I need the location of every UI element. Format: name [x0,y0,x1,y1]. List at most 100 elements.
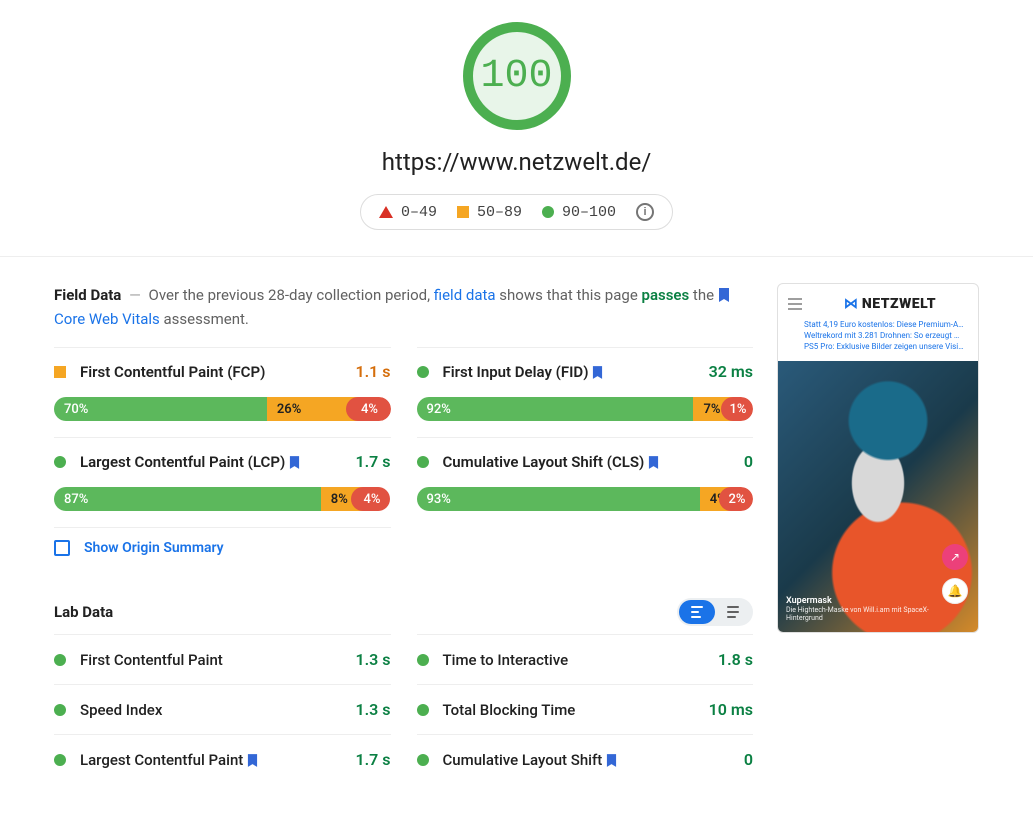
legend-mid: 50–89 [457,204,522,221]
preview-logo: ⋈ NETZWELT [844,296,936,312]
distribution-bar: 70% 26% 4% [54,397,391,421]
field-metrics-grid: First Contentful Paint (FCP) 1.1 s 70% 2… [54,347,753,527]
status-circle-icon [417,366,429,378]
legend-poor: 0–49 [379,204,437,221]
view-toggle [677,598,753,626]
page-preview: ⋈ NETZWELT Statt 4,19 Euro kostenlos: Di… [777,283,979,633]
metric-name: Speed Index [80,701,162,719]
legend-mid-range: 50–89 [477,204,522,221]
list-item: Statt 4,19 Euro kostenlos: Diese Premium… [804,320,966,329]
lab-metric-si[interactable]: Speed Index 1.3 s [54,684,391,734]
metric-value: 1.3 s [355,650,390,669]
dist-good: 87% [54,487,321,511]
view-compact-button[interactable] [679,600,715,624]
lab-metrics-grid: First Contentful Paint 1.3 s Time to Int… [54,634,753,784]
status-square-icon [54,366,66,378]
bookmark-icon [648,453,659,471]
distribution-bar: 87% 8% 4% [54,487,391,511]
lab-data-header: Lab Data [54,598,753,626]
metric-value: 1.1 s [355,362,390,381]
legend-good-range: 90–100 [562,204,616,221]
status-circle-icon [417,456,429,468]
distribution-bar: 93% 4% 2% [417,487,754,511]
metric-name: Cumulative Layout Shift (CLS) [443,453,660,471]
metric-fcp[interactable]: First Contentful Paint (FCP) 1.1 s 70% 2… [54,347,391,437]
status-circle-icon [54,704,66,716]
status-circle-icon [54,654,66,666]
metric-value: 1.8 s [718,650,753,669]
square-icon [457,206,469,218]
status-circle-icon [417,654,429,666]
checkbox-icon[interactable] [54,540,70,556]
preview-hero-title: Xupermask [786,596,948,606]
list-item: Weltrekord mit 3.281 Drohnen: So erzeugt… [804,331,966,340]
dist-good: 93% [417,487,700,511]
field-data-link[interactable]: field data [434,286,496,304]
score-legend: 0–49 50–89 90–100 i [360,194,673,230]
field-data-title: Field Data [54,286,121,304]
metric-lcp[interactable]: Largest Contentful Paint (LCP) 1.7 s 87%… [54,437,391,527]
metric-value: 0 [744,452,753,471]
dist-mid: 26% [267,397,359,421]
metric-name: First Contentful Paint (FCP) [80,363,265,381]
metric-fid[interactable]: First Input Delay (FID) 32 ms 92% 7% 1% [417,347,754,437]
lab-metric-fcp[interactable]: First Contentful Paint 1.3 s [54,634,391,684]
core-web-vitals-link[interactable]: Core Web Vitals [54,310,160,328]
preview-hero-subtitle: Die Hightech-Maske von Will.i.am mit Spa… [786,606,948,622]
score-header: 100 https://www.netzwelt.de/ 0–49 50–89 … [0,0,1033,257]
status-circle-icon [54,456,66,468]
status-circle-icon [54,754,66,766]
dist-good: 70% [54,397,267,421]
dist-poor: 4% [346,397,390,421]
lab-metric-lcp[interactable]: Largest Contentful Paint 1.7 s [54,734,391,784]
preview-news-list: Statt 4,19 Euro kostenlos: Diese Premium… [778,318,978,361]
status-circle-icon [417,704,429,716]
info-icon[interactable]: i [636,203,654,221]
triangle-icon [379,206,393,218]
bell-icon: 🔔 [942,578,968,604]
dist-poor: 1% [721,397,753,421]
lab-metric-tti[interactable]: Time to Interactive 1.8 s [417,634,754,684]
passes-badge: passes [642,286,690,304]
bookmark-icon [606,751,617,769]
metric-name: Largest Contentful Paint (LCP) [80,453,300,471]
bookmark-icon [247,751,258,769]
metric-name: First Contentful Paint [80,651,223,669]
lab-metric-cls[interactable]: Cumulative Layout Shift 0 [417,734,754,784]
show-origin-summary[interactable]: Show Origin Summary [54,527,391,558]
metric-name: Time to Interactive [443,651,569,669]
bookmark-icon [592,363,603,381]
metric-name: Cumulative Layout Shift [443,751,618,769]
origin-summary-label: Show Origin Summary [84,540,224,556]
dist-poor: 4% [351,487,390,511]
lab-metric-tbt[interactable]: Total Blocking Time 10 ms [417,684,754,734]
circle-icon [542,206,554,218]
metric-name: Largest Contentful Paint [80,751,258,769]
metric-value: 0 [744,750,753,769]
status-circle-icon [417,754,429,766]
field-data-description: Field Data — Over the previous 28-day co… [54,283,753,331]
share-icon: ↗ [942,544,968,570]
metric-value: 10 ms [709,700,753,719]
metric-name: Total Blocking Time [443,701,576,719]
page-url: https://www.netzwelt.de/ [382,148,651,176]
metric-cls[interactable]: Cumulative Layout Shift (CLS) 0 93% 4% 2… [417,437,754,527]
bookmark-icon [289,453,300,471]
metric-value: 1.7 s [355,452,390,471]
metric-value: 1.7 s [355,750,390,769]
metric-value: 1.3 s [355,700,390,719]
score-value: 100 [480,54,552,99]
dist-good: 92% [417,397,694,421]
legend-poor-range: 0–49 [401,204,437,221]
list-item: PS5 Pro: Exklusive Bilder zeigen unsere … [804,342,966,351]
metric-name: First Input Delay (FID) [443,363,604,381]
preview-hero-image: Xupermask Die Hightech-Maske von Will.i.… [778,361,978,632]
dist-poor: 2% [719,487,753,511]
bookmark-icon [718,283,730,307]
view-expanded-button[interactable] [715,600,751,624]
metric-value: 32 ms [709,362,753,381]
distribution-bar: 92% 7% 1% [417,397,754,421]
legend-good: 90–100 [542,204,616,221]
lab-data-title: Lab Data [54,603,113,621]
score-gauge: 100 [463,22,571,130]
